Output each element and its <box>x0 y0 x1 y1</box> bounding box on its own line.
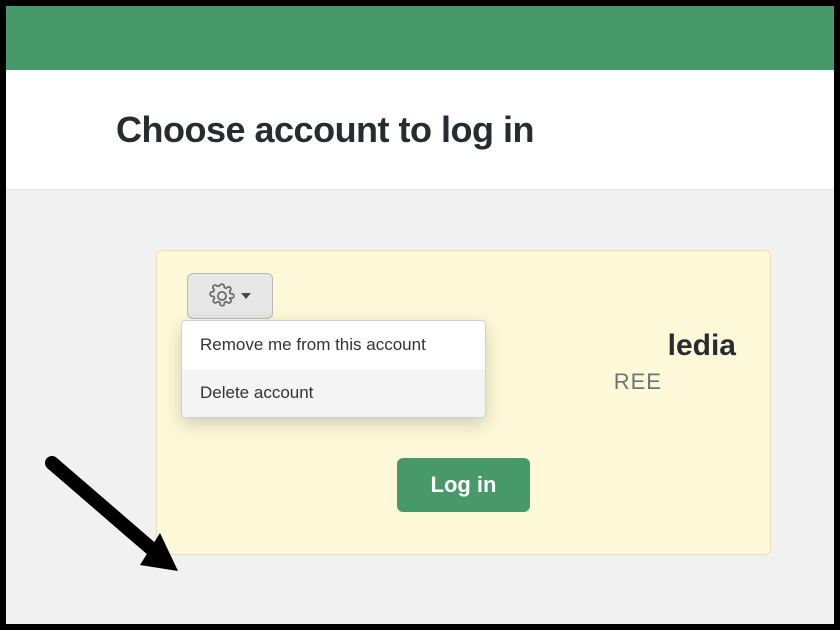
login-button[interactable]: Log in <box>397 458 531 512</box>
app-frame: Choose account to log in Remove me from … <box>0 0 840 630</box>
settings-dropdown-menu: Remove me from this account Delete accou… <box>181 320 486 418</box>
account-card: Remove me from this account Delete accou… <box>156 250 771 555</box>
title-band: Choose account to log in <box>6 70 834 190</box>
menu-item-remove-me[interactable]: Remove me from this account <box>182 321 485 369</box>
caret-down-icon <box>241 293 251 299</box>
account-plan: REE <box>614 369 662 395</box>
menu-item-delete-account[interactable]: Delete account <box>182 369 485 417</box>
body-area: Remove me from this account Delete accou… <box>6 190 834 624</box>
settings-dropdown-button[interactable] <box>187 273 273 319</box>
account-name: ledia <box>668 329 736 363</box>
gear-icon <box>209 283 235 309</box>
page-title: Choose account to log in <box>116 109 534 151</box>
top-bar <box>6 6 834 70</box>
